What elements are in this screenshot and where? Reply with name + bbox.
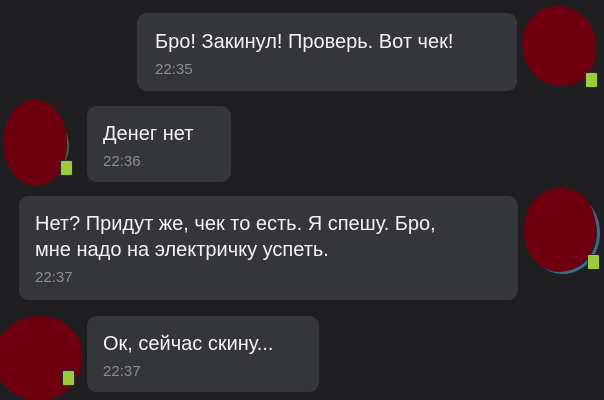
message-text: Нет? Придут же, чек то есть. Я спешу. Бр… [35,213,436,261]
chat-view: Бро! Закинул! Проверь. Вот чек! 22:35 Де… [0,0,604,400]
message-text: Бро! Закинул! Проверь. Вот чек! [155,31,454,53]
message-bubble-outgoing[interactable]: Бро! Закинул! Проверь. Вот чек! 22:35 [137,13,517,91]
message-time: 22:36 [103,153,141,170]
message-text: Денег нет [103,123,194,145]
avatar-redacted-icon [3,100,67,186]
message-time: 22:35 [155,61,193,78]
message-text: Ок, сейчас скину... [103,333,274,355]
phone-badge-icon [587,254,600,270]
message-time: 22:37 [35,269,73,286]
avatar[interactable] [522,6,598,88]
message-bubble-incoming[interactable]: Ок, сейчас скину... 22:37 [87,316,319,392]
message-bubble-incoming[interactable]: Денег нет 22:36 [87,106,231,182]
message-time: 22:37 [103,363,141,380]
phone-badge-icon [60,160,73,176]
message-bubble-outgoing[interactable]: Нет? Придут же, чек то есть. Я спешу. Бр… [19,196,518,300]
avatar[interactable] [524,188,600,274]
avatar-redacted-icon [524,188,596,272]
phone-badge-icon [585,72,598,88]
avatar-redacted-icon [0,316,82,400]
phone-badge-icon [62,370,75,386]
avatar[interactable] [0,316,82,400]
avatar[interactable] [3,100,73,186]
